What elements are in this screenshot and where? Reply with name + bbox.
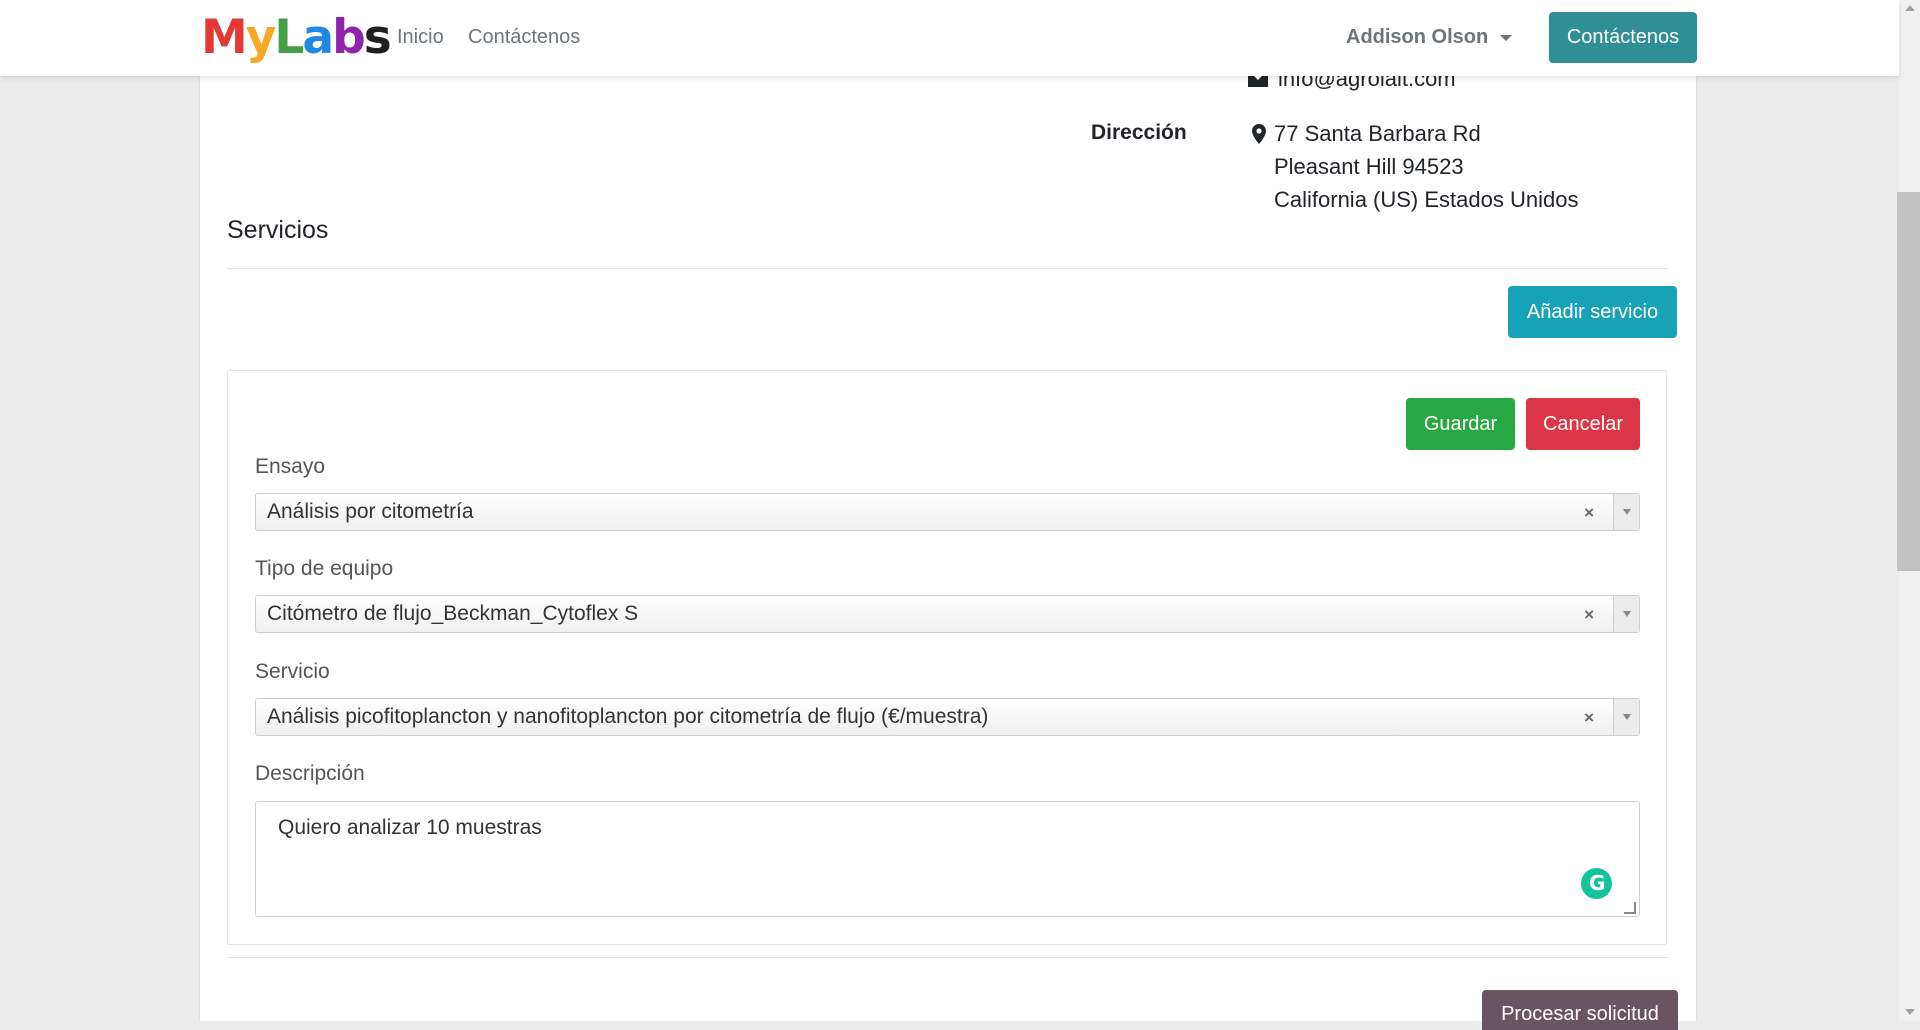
top-navbar: M y L a b s Inicio Contáctenos Addison O… — [0, 0, 1899, 76]
address-line-3: California (US) Estados Unidos — [1274, 187, 1579, 212]
dropdown-arrow-icon[interactable] — [1613, 494, 1639, 530]
ensayo-label: Ensayo — [255, 455, 326, 478]
save-button[interactable]: Guardar — [1406, 398, 1515, 450]
dropdown-arrow-icon[interactable] — [1613, 699, 1639, 735]
user-menu[interactable]: Addison Olson — [1346, 26, 1513, 49]
scroll-down-arrow-icon[interactable] — [1905, 1009, 1915, 1015]
descripcion-textarea[interactable]: Quiero analizar 10 muestras — [255, 801, 1640, 917]
services-title: Servicios — [227, 216, 329, 244]
nav-link-inicio[interactable]: Inicio — [397, 26, 444, 49]
logo-letter: y — [245, 10, 277, 65]
scroll-up-arrow-icon[interactable] — [1905, 5, 1915, 11]
logo-letter: s — [363, 10, 392, 65]
user-name: Addison Olson — [1346, 26, 1489, 48]
clear-icon[interactable]: × — [1584, 708, 1594, 728]
servicio-label: Servicio — [255, 660, 330, 683]
logo-letter: b — [332, 10, 366, 65]
add-service-button[interactable]: Añadir servicio — [1508, 286, 1677, 338]
tipo-equipo-label: Tipo de equipo — [255, 557, 394, 580]
cancel-button[interactable]: Cancelar — [1526, 398, 1640, 450]
contact-button[interactable]: Contáctenos — [1549, 12, 1697, 63]
tipo-equipo-select[interactable]: Citómetro de flujo_Beckman_Cytoflex S × — [255, 595, 1640, 633]
dropdown-arrow-icon[interactable] — [1613, 596, 1639, 632]
grammarly-icon[interactable] — [1581, 868, 1612, 899]
process-request-button[interactable]: Procesar solicitud — [1482, 990, 1678, 1030]
logo-letter: a — [302, 10, 334, 65]
section-divider — [227, 957, 1668, 958]
nav-link-contactenos[interactable]: Contáctenos — [468, 26, 580, 49]
clear-icon[interactable]: × — [1584, 605, 1594, 625]
ensayo-value: Análisis por citometría — [267, 500, 474, 523]
tipo-equipo-value: Citómetro de flujo_Beckman_Cytoflex S — [267, 602, 639, 625]
clear-icon[interactable]: × — [1584, 503, 1594, 523]
section-divider — [227, 268, 1668, 269]
servicio-select[interactable]: Análisis picofitoplancton y nanofitoplan… — [255, 698, 1640, 736]
resize-handle-icon[interactable] — [1624, 902, 1636, 914]
descripcion-label: Descripción — [255, 762, 365, 785]
descripcion-value: Quiero analizar 10 muestras — [278, 816, 542, 839]
scrollbar-thumb[interactable] — [1897, 192, 1920, 571]
address-line-2: Pleasant Hill 94523 — [1274, 154, 1464, 179]
map-marker-icon — [1252, 124, 1266, 144]
address-label: Dirección — [1091, 121, 1187, 144]
servicio-value: Análisis picofitoplancton y nanofitoplan… — [267, 705, 989, 728]
mylabs-logo[interactable]: M y L a b s — [201, 10, 392, 65]
chevron-down-icon — [1500, 34, 1513, 41]
logo-letter: L — [274, 10, 304, 65]
ensayo-select[interactable]: Análisis por citometría × — [255, 493, 1640, 531]
address-line-1: 77 Santa Barbara Rd — [1274, 121, 1481, 146]
logo-letter: M — [201, 10, 248, 65]
